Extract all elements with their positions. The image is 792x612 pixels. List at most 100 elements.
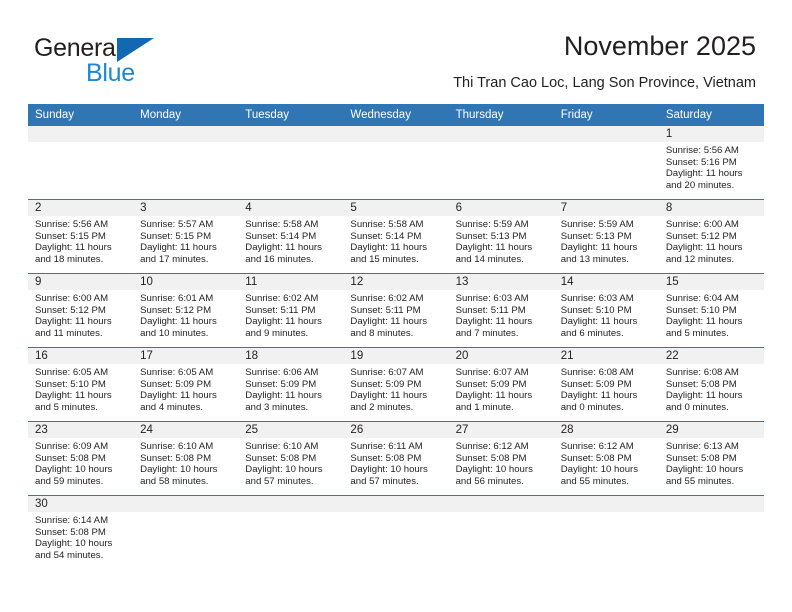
day-number: 24 [133,422,239,438]
daylight-text: Daylight: 11 hours and 13 minutes. [560,242,638,265]
daylight-text: Daylight: 10 hours and 58 minutes. [140,464,218,487]
sunrise-text: Sunrise: 6:02 AM [245,293,319,304]
sunrise-text: Sunrise: 6:10 AM [140,441,214,452]
calendar-day-cell-empty [238,126,344,200]
day-number: 4 [238,200,344,216]
sunrise-text: Sunrise: 5:56 AM [665,145,739,156]
calendar-day-cell-empty [28,126,134,200]
calendar-day-cell[interactable]: 7 Sunrise: 5:59 AM Sunset: 5:13 PM Daylight… [553,199,659,274]
day-details: Sunrise: 5:57 AM Sunset: 5:15 PM Daylight:… [133,216,238,265]
calendar-day-cell[interactable]: 8 Sunrise: 6:00 AM Sunset: 5:12 PM Daylight… [658,199,764,274]
calendar-week-row: 1 Sunrise: 5:56 AM Sunset: 5:16 PM Daylight… [28,126,764,200]
daylight-text: Daylight: 11 hours and 17 minutes. [140,242,217,265]
sunrise-text: Sunrise: 5:59 AM [560,219,634,230]
day-details: Sunrise: 6:12 AM Sunset: 5:08 PM Daylight:… [449,438,554,487]
daylight-text: Daylight: 10 hours and 59 minutes. [35,464,113,487]
weekday-header-wednesday: Wednesday [343,104,449,126]
day-details: Sunrise: 5:58 AM Sunset: 5:14 PM Daylight:… [238,216,343,265]
daylight-text: Daylight: 10 hours and 54 minutes. [35,538,113,561]
sunrise-text: Sunrise: 6:04 AM [665,293,739,304]
sunrise-text: Sunrise: 6:08 AM [665,367,739,378]
calendar-day-cell[interactable]: 21 Sunrise: 6:08 AM Sunset: 5:09 PM Dayligh… [553,347,659,422]
sunset-text: Sunset: 5:14 PM [245,230,317,242]
calendar-day-cell[interactable]: 9 Sunrise: 6:00 AM Sunset: 5:12 PM Daylight… [28,273,134,348]
calendar-day-cell[interactable]: 26 Sunrise: 6:11 AM Sunset: 5:08 PM Dayligh… [343,421,449,496]
calendar-day-cell[interactable]: 1 Sunrise: 5:56 AM Sunset: 5:16 PM Daylight… [658,126,764,200]
daylight-text: Daylight: 11 hours and 9 minutes. [245,316,322,339]
daylight-text: Daylight: 11 hours and 11 minutes. [35,316,112,339]
day-details: Sunrise: 6:11 AM Sunset: 5:08 PM Daylight:… [343,438,448,487]
page-header: General Blue November 2025 Thi Tran Cao … [0,0,792,104]
sunrise-text: Sunrise: 5:57 AM [140,219,214,230]
sunset-text: Sunset: 5:11 PM [245,304,316,316]
sunrise-text: Sunrise: 6:09 AM [35,441,109,452]
sunset-text: Sunset: 5:12 PM [35,304,106,316]
calendar-day-cell[interactable]: 30 Sunrise: 6:14 AM Sunset: 5:08 PM Dayligh… [28,495,134,569]
sunrise-text: Sunrise: 6:00 AM [665,219,739,230]
sunset-text: Sunset: 5:10 PM [560,304,632,316]
calendar-day-cell[interactable]: 16 Sunrise: 6:05 AM Sunset: 5:10 PM Dayligh… [28,347,134,422]
sunrise-text: Sunrise: 6:12 AM [455,441,529,452]
day-number: 8 [658,200,764,216]
calendar-day-cell[interactable]: 15 Sunrise: 6:04 AM Sunset: 5:10 PM Dayligh… [658,273,764,348]
sunrise-text: Sunrise: 6:12 AM [560,441,634,452]
sunrise-text: Sunrise: 6:13 AM [665,441,739,452]
sunset-text: Sunset: 5:08 PM [350,452,422,464]
calendar-day-cell[interactable]: 27 Sunrise: 6:12 AM Sunset: 5:08 PM Dayligh… [448,421,554,496]
day-number: 22 [658,348,764,364]
calendar-day-cell-empty [448,495,554,569]
sunrise-text: Sunrise: 6:05 AM [35,367,109,378]
calendar-day-cell[interactable]: 22 Sunrise: 6:08 AM Sunset: 5:08 PM Dayligh… [658,347,764,422]
calendar-day-cell[interactable]: 2 Sunrise: 5:56 AM Sunset: 5:15 PM Daylight… [28,199,134,274]
sunset-text: Sunset: 5:08 PM [560,452,632,464]
sunset-text: Sunset: 5:08 PM [245,452,317,464]
calendar-day-cell[interactable]: 29 Sunrise: 6:13 AM Sunset: 5:08 PM Dayligh… [658,421,764,496]
calendar-day-cell[interactable]: 20 Sunrise: 6:07 AM Sunset: 5:09 PM Dayligh… [448,347,554,422]
calendar-day-cell[interactable]: 13 Sunrise: 6:03 AM Sunset: 5:11 PM Dayligh… [448,273,554,348]
calendar-day-cell[interactable]: 19 Sunrise: 6:07 AM Sunset: 5:09 PM Dayligh… [343,347,449,422]
day-number [238,126,344,142]
day-details: Sunrise: 6:10 AM Sunset: 5:08 PM Daylight:… [133,438,238,487]
sunset-text: Sunset: 5:09 PM [140,378,212,390]
daylight-text: Daylight: 11 hours and 0 minutes. [560,390,638,413]
day-number: 2 [28,200,134,216]
daylight-text: Daylight: 11 hours and 14 minutes. [455,242,533,265]
calendar-day-cell[interactable]: 23 Sunrise: 6:09 AM Sunset: 5:08 PM Dayligh… [28,421,134,496]
weekday-header-monday: Monday [133,104,239,126]
sunset-text: Sunset: 5:09 PM [560,378,632,390]
day-number: 11 [238,274,344,290]
calendar-day-cell[interactable]: 18 Sunrise: 6:06 AM Sunset: 5:09 PM Dayligh… [238,347,344,422]
daylight-text: Daylight: 11 hours and 15 minutes. [350,242,428,265]
calendar-day-cell[interactable]: 11 Sunrise: 6:02 AM Sunset: 5:11 PM Dayligh… [238,273,344,348]
sunset-text: Sunset: 5:13 PM [560,230,632,242]
calendar-day-cell[interactable]: 6 Sunrise: 5:59 AM Sunset: 5:13 PM Daylight… [448,199,554,274]
day-details: Sunrise: 6:01 AM Sunset: 5:12 PM Daylight:… [133,290,238,339]
sunset-text: Sunset: 5:09 PM [245,378,317,390]
sunrise-text: Sunrise: 6:07 AM [455,367,529,378]
calendar-week-row: 2 Sunrise: 5:56 AM Sunset: 5:15 PM Daylight… [28,199,764,274]
weekday-header-saturday: Saturday [658,104,764,126]
sunrise-text: Sunrise: 6:11 AM [350,441,423,452]
sunset-text: Sunset: 5:13 PM [455,230,527,242]
general-blue-logo[interactable]: General Blue [34,34,214,87]
calendar-day-cell[interactable]: 14 Sunrise: 6:03 AM Sunset: 5:10 PM Dayligh… [553,273,659,348]
daylight-text: Daylight: 11 hours and 7 minutes. [455,316,533,339]
day-details: Sunrise: 5:59 AM Sunset: 5:13 PM Daylight:… [554,216,659,265]
day-details: Sunrise: 6:02 AM Sunset: 5:11 PM Daylight:… [238,290,343,339]
sunrise-text: Sunrise: 5:56 AM [35,219,109,230]
sunset-text: Sunset: 5:08 PM [665,378,737,390]
calendar-day-cell[interactable]: 12 Sunrise: 6:02 AM Sunset: 5:11 PM Dayligh… [343,273,449,348]
calendar-day-cell-empty [553,126,659,200]
calendar-day-cell[interactable]: 24 Sunrise: 6:10 AM Sunset: 5:08 PM Dayligh… [133,421,239,496]
calendar-day-cell[interactable]: 17 Sunrise: 6:05 AM Sunset: 5:09 PM Dayligh… [133,347,239,422]
calendar-day-cell[interactable]: 5 Sunrise: 5:58 AM Sunset: 5:14 PM Daylight… [343,199,449,274]
day-number: 27 [448,422,554,438]
calendar-day-cell[interactable]: 4 Sunrise: 5:58 AM Sunset: 5:14 PM Daylight… [238,199,344,274]
calendar-day-cell[interactable]: 28 Sunrise: 6:12 AM Sunset: 5:08 PM Dayligh… [553,421,659,496]
sunset-text: Sunset: 5:11 PM [455,304,526,316]
day-details: Sunrise: 6:00 AM Sunset: 5:12 PM Daylight:… [28,290,133,339]
day-number: 17 [133,348,239,364]
calendar-day-cell[interactable]: 3 Sunrise: 5:57 AM Sunset: 5:15 PM Daylight… [133,199,239,274]
calendar-day-cell[interactable]: 10 Sunrise: 6:01 AM Sunset: 5:12 PM Dayligh… [133,273,239,348]
calendar-day-cell[interactable]: 25 Sunrise: 6:10 AM Sunset: 5:08 PM Dayligh… [238,421,344,496]
